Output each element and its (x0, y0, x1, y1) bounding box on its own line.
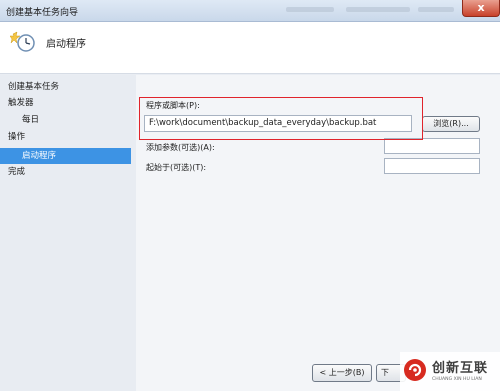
browse-button[interactable]: 浏览(R)... (422, 116, 480, 132)
brand-logo-icon (404, 359, 426, 381)
start-in-input[interactable] (384, 158, 480, 174)
title-bar-blur (418, 7, 454, 12)
sidebar-item-label: 完成 (8, 167, 26, 177)
sidebar-item-create-task: 创建基本任务 (0, 79, 131, 95)
arguments-input[interactable] (384, 138, 480, 154)
sidebar-item-action: 操作 (0, 129, 131, 145)
title-bar-blur (346, 7, 410, 12)
page-title: 启动程序 (46, 39, 86, 50)
watermark-text: 创新互联 (432, 361, 489, 376)
watermark-subtext: CHUANG XIN HU LIAN (432, 377, 482, 382)
close-button[interactable]: x (462, 0, 500, 17)
back-button[interactable]: < 上一步(B) (312, 364, 372, 382)
title-bar: 创建基本任务向导 x (0, 0, 500, 22)
wizard-clock-icon (10, 31, 35, 52)
sidebar-item-label: 每日 (22, 115, 40, 125)
sidebar-item-label: 触发器 (8, 98, 34, 108)
sidebar-item-finish: 完成 (0, 164, 131, 180)
sidebar-item-label: 操作 (8, 132, 26, 142)
sidebar-item-label: 启动程序 (22, 151, 57, 161)
sidebar-item-daily: 每日 (0, 112, 131, 128)
highlight-box (139, 97, 423, 140)
sidebar-item-start-program: 启动程序 (0, 148, 131, 164)
sidebar-item-label: 创建基本任务 (8, 82, 60, 92)
arguments-label: 添加参数(可选)(A): (146, 143, 215, 152)
window-title: 创建基本任务向导 (6, 8, 79, 18)
title-bar-blur (286, 7, 334, 12)
start-in-label: 起始于(可选)(T): (146, 163, 207, 172)
sidebar-item-trigger: 触发器 (0, 95, 131, 111)
watermark: 创新互联 CHUANG XIN HU LIAN (400, 352, 500, 391)
wizard-header: 启动程序 (0, 22, 500, 74)
wizard-steps-sidebar: 创建基本任务 触发器 每日 操作 启动程序 完成 (0, 75, 136, 391)
